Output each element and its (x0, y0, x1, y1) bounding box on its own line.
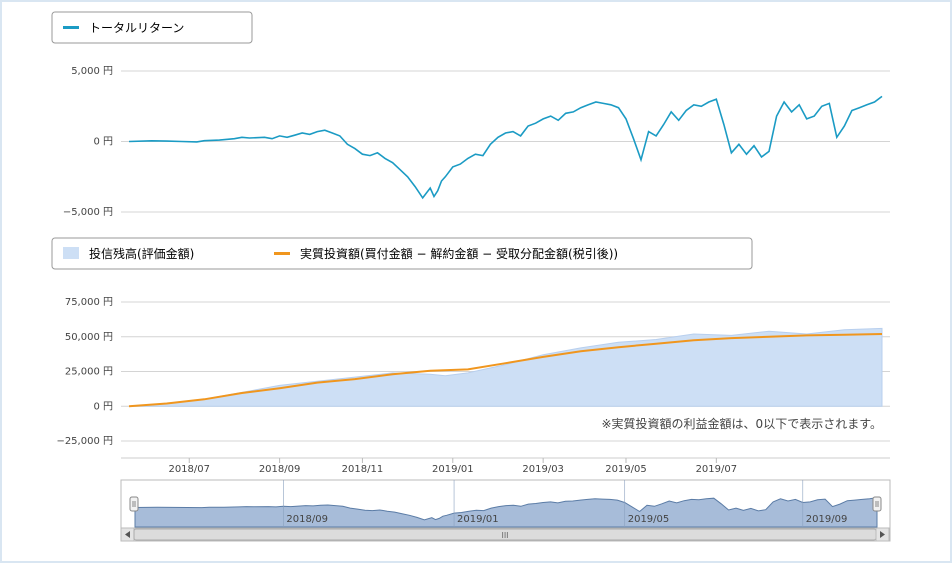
balance-x-tick: 2018/07 (168, 464, 210, 475)
balance-x-tick: 2018/09 (259, 464, 301, 475)
invest-legend-swatch (274, 252, 290, 255)
balance-area (128, 327, 883, 407)
balance-y-tick: 75,000 円 (65, 297, 113, 308)
return-y-tick: −5,000 円 (63, 207, 113, 218)
navigator-x-tick: 2019/05 (628, 514, 670, 525)
navigator-left-handle[interactable] (129, 496, 139, 512)
return-y-tick: 5,000 円 (71, 66, 113, 77)
balance-x-tick: 2019/01 (432, 464, 474, 475)
navigator-x-tick: 2019/01 (457, 514, 499, 525)
return-legend-label: トータルリターン (89, 21, 184, 35)
invest-legend-label: 実質投資額(買付金額 − 解約金額 − 受取分配金額(税引後)) (300, 246, 618, 261)
navigator-right-handle[interactable] (872, 496, 882, 512)
return-y-tick: 0 円 (93, 137, 113, 148)
scroll-grip-icon: III (501, 531, 508, 540)
balance-y-tick: 25,000 円 (65, 367, 113, 378)
balance-x-tick: 2018/11 (342, 464, 384, 475)
navigator-x-tick: 2019/09 (806, 514, 848, 525)
balance-legend-swatch (63, 247, 79, 259)
balance-legend[interactable]: 投信残高(評価金額) 実質投資額(買付金額 − 解約金額 − 受取分配金額(税引… (51, 237, 753, 270)
return-grid (121, 70, 890, 213)
balance-y-tick: 50,000 円 (65, 332, 113, 343)
return-legend-swatch (63, 26, 79, 29)
navigator[interactable]: 2018/09 2019/01 2019/05 2019/09 (120, 479, 891, 529)
chart-canvas: トータルリターン 5,000 円 0 円 −5,000 円 投信残高(評価金額) 実… (51, 11, 891, 542)
return-y-axis: 5,000 円 0 円 −5,000 円 (63, 66, 113, 218)
balance-y-axis: 75,000 円 50,000 円 25,000 円 0 円 −25,000 円 (56, 297, 113, 447)
balance-y-tick: −25,000 円 (56, 436, 113, 447)
scroll-right-button[interactable] (875, 527, 890, 542)
balance-x-tick: 2019/03 (522, 464, 564, 475)
scrollbar[interactable]: III (120, 527, 891, 542)
balance-x-tick: 2019/07 (696, 464, 738, 475)
scroll-left-button[interactable] (120, 527, 135, 542)
balance-legend-label: 投信残高(評価金額) (89, 246, 194, 261)
navigator-x-tick: 2018/09 (286, 514, 328, 525)
return-legend[interactable]: トータルリターン (51, 11, 253, 44)
balance-y-tick: 0 円 (93, 401, 113, 412)
chart-note: ※実質投資額の利益金額は、0以下で表示されます。 (602, 416, 883, 431)
balance-x-axis: 2018/07 2018/09 2018/11 2019/01 2019/03 2019/… (168, 458, 737, 475)
return-series-line (128, 95, 883, 200)
balance-x-tick: 2019/05 (605, 464, 647, 475)
